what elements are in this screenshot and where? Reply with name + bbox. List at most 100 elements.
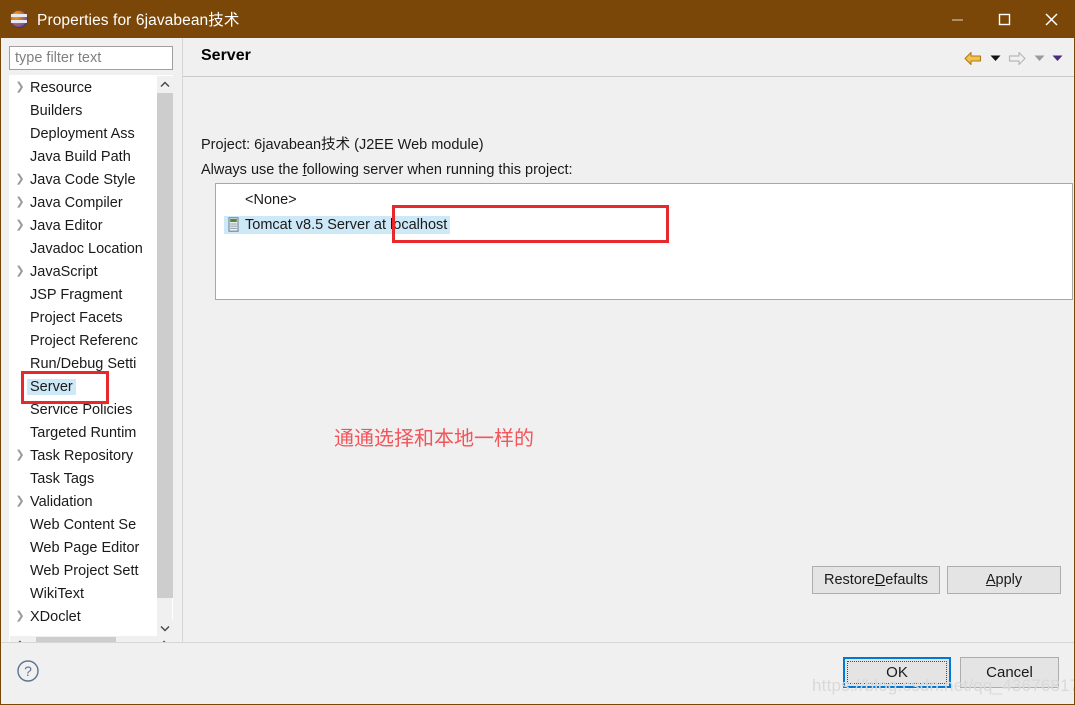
preferences-tree-list[interactable]: ❯ Resource Builders Deployment Ass Java Buil… (10, 76, 156, 637)
sidebar-item-java-build-path[interactable]: Java Build Path (10, 145, 156, 168)
sidebar-item-label: Java Code Style (30, 171, 136, 188)
page-header: Server (183, 38, 1075, 77)
scroll-down-icon[interactable] (157, 620, 173, 637)
server-option-content: <None> (224, 191, 300, 209)
sidebar-item-label: WikiText (30, 585, 84, 602)
project-label: Project: 6javabean技术 (J2EE Web module) (201, 137, 484, 153)
sidebar-item-deployment-ass[interactable]: Deployment Ass (10, 122, 156, 145)
forward-arrow-icon[interactable] (1005, 48, 1029, 68)
sidebar-item-web-page-editor[interactable]: Web Page Editor (10, 536, 156, 559)
sidebar-item-label: Server (27, 378, 76, 395)
sidebar-item-label: Resource (30, 79, 93, 96)
page-title: Server (201, 47, 251, 64)
filter-input[interactable]: type filter text (9, 46, 173, 70)
sidebar-item-xdoclet[interactable]: ❯ XDoclet (10, 605, 156, 628)
restore-defaults-prefix: Restore (824, 572, 875, 588)
minimize-button[interactable] (934, 0, 981, 38)
dialog-footer: ? OK Cancel (0, 642, 1075, 705)
eclipse-logo-icon (10, 10, 28, 28)
sidebar-item-label: Run/Debug Setti (30, 355, 137, 372)
server-tower-icon (227, 217, 240, 232)
sidebar-item-label: Web Project Sett (30, 562, 139, 579)
chevron-right-icon[interactable]: ❯ (12, 611, 28, 622)
server-list[interactable]: <None> Tomcat v8.5 Server at localhost (215, 183, 1073, 300)
filter-placeholder: type filter text (15, 50, 102, 66)
tree-scroll-thumb[interactable] (157, 93, 173, 598)
sidebar-item-task-tags[interactable]: Task Tags (10, 467, 156, 490)
sidebar-item-label: Deployment Ass (30, 125, 135, 142)
sidebar-item-project-referenc[interactable]: Project Referenc (10, 329, 156, 352)
sidebar-item-label: Javadoc Location (30, 240, 143, 257)
back-arrow-icon[interactable] (961, 48, 985, 68)
server-option-label: Tomcat v8.5 Server at localhost (245, 216, 448, 233)
chevron-right-icon[interactable]: ❯ (12, 496, 28, 507)
forward-dropdown-icon[interactable] (1031, 48, 1047, 68)
apply-mnemonic: A (985, 572, 996, 588)
sidebar-item-jsp-fragment[interactable]: JSP Fragment (10, 283, 156, 306)
sidebar-item-label: Task Repository (30, 447, 134, 464)
always-use-label: Always use the following server when run… (201, 162, 573, 178)
navigation-toolbar (961, 48, 1065, 68)
sidebar-item-label: JSP Fragment (30, 286, 123, 303)
sidebar-item-project-facets[interactable]: Project Facets (10, 306, 156, 329)
sidebar-item-service-policies[interactable]: Service Policies (10, 398, 156, 421)
sidebar-item-label: Service Policies (30, 401, 133, 418)
sidebar-item-label: JavaScript (30, 263, 98, 280)
sidebar-item-web-content-se[interactable]: Web Content Se (10, 513, 156, 536)
sidebar-item-label: Task Tags (30, 470, 95, 487)
ok-button[interactable]: OK (843, 657, 951, 688)
help-icon[interactable]: ? (16, 659, 40, 683)
maximize-button[interactable] (981, 0, 1028, 38)
sidebar-item-label: Java Compiler (30, 194, 123, 211)
sidebar-item-label: Project Referenc (30, 332, 138, 349)
close-button[interactable] (1028, 0, 1075, 38)
view-menu-dropdown-icon[interactable] (1049, 48, 1065, 68)
server-option-row[interactable]: Tomcat v8.5 Server at localhost (216, 212, 1072, 237)
sidebar-item-task-repository[interactable]: ❯ Task Repository (10, 444, 156, 467)
server-option-label: <None> (245, 191, 297, 208)
sidebar-item-label: Java Editor (30, 217, 103, 234)
tree-vertical-scrollbar[interactable] (156, 76, 173, 637)
apply-suffix: pply (995, 572, 1023, 588)
sidebar-item-wikitext[interactable]: WikiText (10, 582, 156, 605)
preferences-tree: ❯ Resource Builders Deployment Ass Java Buil… (9, 75, 174, 654)
footer-buttons: OK Cancel (843, 657, 1059, 688)
sidebar-item-builders[interactable]: Builders (10, 99, 156, 122)
sidebar-item-label: Web Page Editor (30, 539, 140, 556)
content-pane: Server Project: 6javabean技术 (J2EE Web mo… (182, 38, 1075, 642)
apply-button[interactable]: Apply (947, 566, 1061, 594)
sidebar-item-label: Validation (30, 493, 93, 510)
restore-defaults-button[interactable]: Restore Defaults (812, 566, 940, 594)
chevron-right-icon[interactable]: ❯ (12, 266, 28, 277)
server-option-content: Tomcat v8.5 Server at localhost (224, 215, 451, 234)
scroll-up-icon[interactable] (157, 76, 173, 93)
properties-dialog: Properties for 6javabean技术 type filter t… (0, 0, 1075, 705)
title-bar: Properties for 6javabean技术 (0, 0, 1075, 38)
sidebar-item-javascript[interactable]: ❯ JavaScript (10, 260, 156, 283)
chevron-right-icon[interactable]: ❯ (12, 450, 28, 461)
sidebar-item-validation[interactable]: ❯ Validation (10, 490, 156, 513)
cancel-button-label: Cancel (986, 664, 1033, 681)
always-use-suffix: ollowing server when running this projec… (306, 162, 573, 178)
window-controls (934, 0, 1075, 38)
sidebar-item-java-editor[interactable]: ❯ Java Editor (10, 214, 156, 237)
sidebar-item-targeted-runtim[interactable]: Targeted Runtim (10, 421, 156, 444)
sidebar-item-resource[interactable]: ❯ Resource (10, 76, 156, 99)
sidebar-item-web-project-sett[interactable]: Web Project Sett (10, 559, 156, 582)
chevron-right-icon[interactable]: ❯ (12, 197, 28, 208)
back-dropdown-icon[interactable] (987, 48, 1003, 68)
apply-button-row: Restore Defaults Apply (183, 566, 1075, 594)
sidebar-item-run-debug-setti[interactable]: Run/Debug Setti (10, 352, 156, 375)
chevron-right-icon[interactable]: ❯ (12, 82, 28, 93)
chevron-right-icon[interactable]: ❯ (12, 220, 28, 231)
sidebar-item-server[interactable]: Server (10, 375, 156, 398)
chevron-right-icon[interactable]: ❯ (12, 174, 28, 185)
sidebar-item-java-compiler[interactable]: ❯ Java Compiler (10, 191, 156, 214)
sidebar-item-java-code-style[interactable]: ❯ Java Code Style (10, 168, 156, 191)
cancel-button[interactable]: Cancel (960, 657, 1059, 688)
restore-defaults-suffix: efaults (885, 572, 928, 588)
always-use-prefix: Always use the (201, 162, 303, 178)
server-option-row[interactable]: <None> (216, 187, 1072, 212)
sidebar: type filter text ❯ Resource Builders Deploy… (0, 38, 182, 654)
sidebar-item-javadoc-location[interactable]: Javadoc Location (10, 237, 156, 260)
